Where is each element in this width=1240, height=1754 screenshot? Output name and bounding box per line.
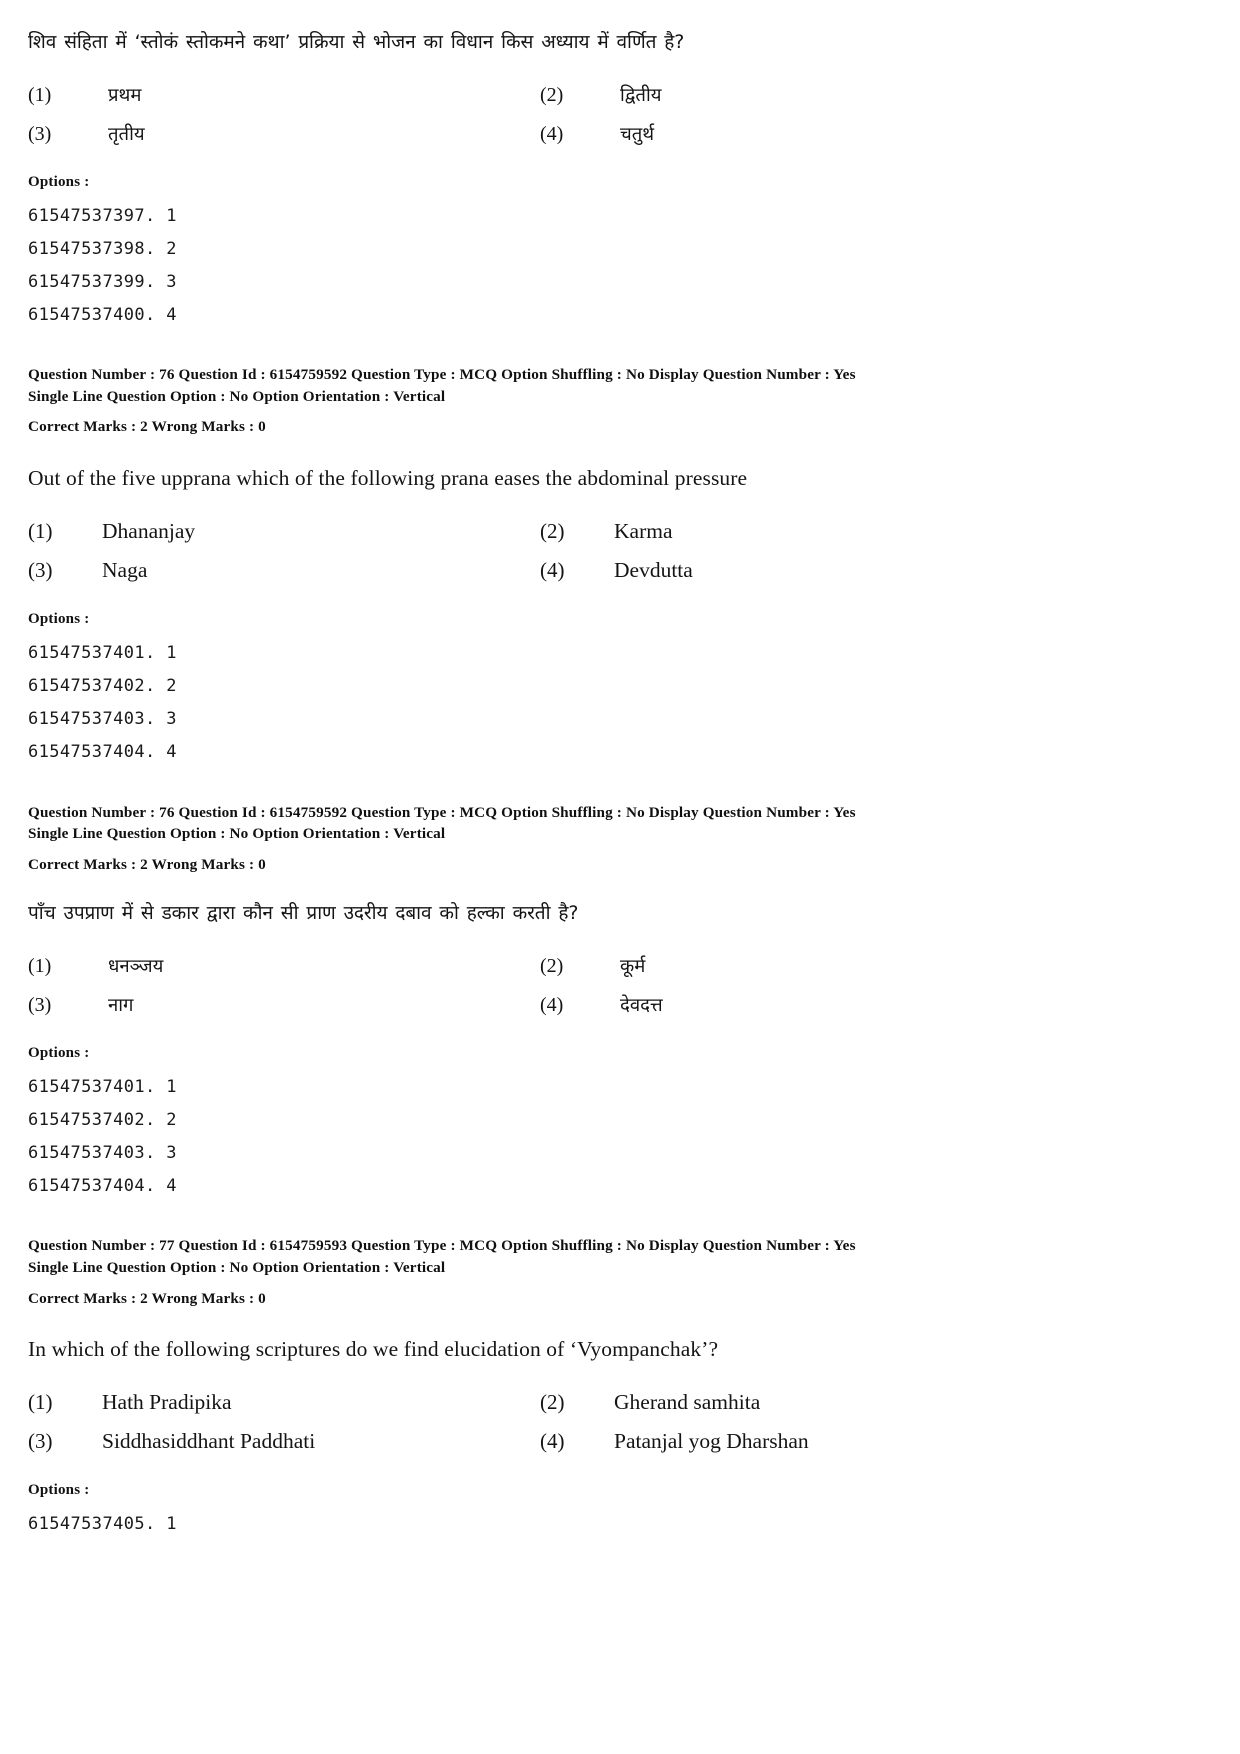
question-metadata: Question Number : 77 Question Id : 61547… <box>28 1235 1068 1309</box>
metadata-line-marks: Correct Marks : 2 Wrong Marks : 0 <box>28 855 266 873</box>
choice-label: चतुर्थ <box>620 123 655 145</box>
option-id-row: 61547537404. 4 <box>28 742 177 763</box>
choice-option-1[interactable]: (1) Hath Pradipika <box>28 1390 540 1415</box>
choice-number: (3) <box>28 993 52 1016</box>
options-heading: Options : <box>28 1482 90 1499</box>
options-id-block: Options : 61547537405. 1 <box>28 1482 1068 1541</box>
choice-option-2[interactable]: (2) Karma <box>540 519 1052 544</box>
option-id-row: 61547537403. 3 <box>28 1143 177 1164</box>
choice-number: (4) <box>540 1429 565 1454</box>
option-id-row: 61547537398. 2 <box>28 238 177 259</box>
option-id-row: 61547537401. 1 <box>28 1076 177 1097</box>
choice-label: Naga <box>102 557 148 582</box>
choice-option-1[interactable]: (1) प्रथम <box>28 82 540 107</box>
choice-number: (3) <box>28 1429 53 1454</box>
choice-grid: (1) धनञ्जय (2) कूर्म (3) नाग (4) देवदत्त <box>28 953 1068 1017</box>
question-block-q77-english: In which of the following scriptures do … <box>28 1335 1068 1541</box>
metadata-line-secondary: Single Line Question Option : No Option … <box>28 387 446 405</box>
choice-option-1[interactable]: (1) धनञ्जय <box>28 953 540 978</box>
choice-number: (4) <box>540 993 564 1016</box>
choice-grid: (1) Hath Pradipika (2) Gherand samhita (… <box>28 1390 1068 1454</box>
choice-option-4[interactable]: (4) Patanjal yog Dharshan <box>540 1429 1052 1454</box>
option-id-row: 61547537405. 1 <box>28 1514 177 1535</box>
question-block-q76-english: Out of the five upprana which of the fol… <box>28 464 1068 770</box>
choice-label: Gherand samhita <box>614 1390 761 1415</box>
question-metadata: Question Number : 76 Question Id : 61547… <box>28 364 1068 438</box>
question-block-q76-hindi: शिव संहिता में ‘स्तोकं स्तोकमने कथा’ प्र… <box>28 30 1068 332</box>
choice-label: नाग <box>108 994 134 1016</box>
options-heading: Options : <box>28 1044 90 1061</box>
question-stem: Out of the five upprana which of the fol… <box>28 465 748 490</box>
choice-label: कूर्म <box>620 955 646 977</box>
choice-label: Karma <box>614 518 673 543</box>
choice-option-2[interactable]: (2) कूर्म <box>540 953 1052 978</box>
choice-label: द्वितीय <box>620 84 662 106</box>
choice-number: (1) <box>28 83 52 106</box>
page-content: शिव संहिता में ‘स्तोकं स्तोकमने कथा’ प्र… <box>28 30 1068 1541</box>
choice-label: प्रथम <box>108 84 142 106</box>
choice-grid: (1) प्रथम (2) द्वितीय (3) तृतीय (4) चतुर… <box>28 82 1068 146</box>
choice-number: (1) <box>28 518 53 543</box>
choice-label: धनञ्जय <box>108 955 164 977</box>
choice-option-4[interactable]: (4) Devdutta <box>540 558 1052 583</box>
option-id-row: 61547537400. 4 <box>28 305 177 326</box>
choice-number: (3) <box>28 557 53 582</box>
choice-label: देवदत्त <box>620 994 663 1016</box>
choice-option-4[interactable]: (4) चतुर्थ <box>540 121 1052 146</box>
options-id-block: Options : 61547537401. 1 61547537402. 2 … <box>28 1045 1068 1204</box>
metadata-line-primary: Question Number : 76 Question Id : 61547… <box>28 803 856 821</box>
metadata-line-marks: Correct Marks : 2 Wrong Marks : 0 <box>28 1289 266 1307</box>
metadata-line-primary: Question Number : 77 Question Id : 61547… <box>28 1237 856 1255</box>
choice-number: (4) <box>540 122 564 145</box>
option-id-row: 61547537399. 3 <box>28 271 177 292</box>
option-id-row: 61547537402. 2 <box>28 1110 177 1131</box>
option-id-row: 61547537403. 3 <box>28 709 177 730</box>
choice-label: Devdutta <box>614 557 693 582</box>
choice-number: (1) <box>28 1390 53 1415</box>
options-id-block: Options : 61547537397. 1 61547537398. 2 … <box>28 174 1068 333</box>
choice-option-1[interactable]: (1) Dhananjay <box>28 519 540 544</box>
question-metadata: Question Number : 76 Question Id : 61547… <box>28 802 1068 876</box>
choice-option-2[interactable]: (2) Gherand samhita <box>540 1390 1052 1415</box>
choice-label: Dhananjay <box>102 518 196 543</box>
metadata-line-primary: Question Number : 76 Question Id : 61547… <box>28 366 856 384</box>
choice-number: (2) <box>540 1390 565 1415</box>
choice-number: (1) <box>28 954 52 977</box>
options-heading: Options : <box>28 610 90 627</box>
choice-number: (2) <box>540 954 564 977</box>
question-block-q76-hindi-2: पाँच उपप्राण में से डकार द्वारा कौन सी प… <box>28 901 1068 1203</box>
choice-option-4[interactable]: (4) देवदत्त <box>540 992 1052 1017</box>
choice-grid: (1) Dhananjay (2) Karma (3) Naga (4) Dev… <box>28 519 1068 583</box>
metadata-line-secondary: Single Line Question Option : No Option … <box>28 825 446 843</box>
metadata-line-marks: Correct Marks : 2 Wrong Marks : 0 <box>28 418 266 436</box>
choice-option-3[interactable]: (3) Naga <box>28 558 540 583</box>
choice-option-3[interactable]: (3) नाग <box>28 992 540 1017</box>
choice-label: तृतीय <box>108 123 145 145</box>
document-page: शिव संहिता में ‘स्तोकं स्तोकमने कथा’ प्र… <box>0 0 1240 1754</box>
choice-number: (2) <box>540 518 565 543</box>
question-stem: शिव संहिता में ‘स्तोकं स्तोकमने कथा’ प्र… <box>28 31 685 53</box>
question-stem: In which of the following scriptures do … <box>28 1337 719 1362</box>
choice-number: (3) <box>28 122 52 145</box>
option-id-row: 61547537397. 1 <box>28 205 177 226</box>
options-id-block: Options : 61547537401. 1 61547537402. 2 … <box>28 611 1068 770</box>
choice-number: (2) <box>540 83 564 106</box>
option-id-row: 61547537404. 4 <box>28 1176 177 1197</box>
choice-option-3[interactable]: (3) Siddhasiddhant Paddhati <box>28 1429 540 1454</box>
choice-option-3[interactable]: (3) तृतीय <box>28 121 540 146</box>
metadata-line-secondary: Single Line Question Option : No Option … <box>28 1259 446 1277</box>
choice-label: Siddhasiddhant Paddhati <box>102 1429 316 1454</box>
option-id-row: 61547537402. 2 <box>28 676 177 697</box>
question-stem: पाँच उपप्राण में से डकार द्वारा कौन सी प… <box>28 902 579 925</box>
options-heading: Options : <box>28 173 90 190</box>
option-id-row: 61547537401. 1 <box>28 642 177 663</box>
choice-option-2[interactable]: (2) द्वितीय <box>540 82 1052 107</box>
choice-number: (4) <box>540 557 565 582</box>
choice-label: Hath Pradipika <box>102 1390 232 1415</box>
choice-label: Patanjal yog Dharshan <box>614 1429 809 1454</box>
